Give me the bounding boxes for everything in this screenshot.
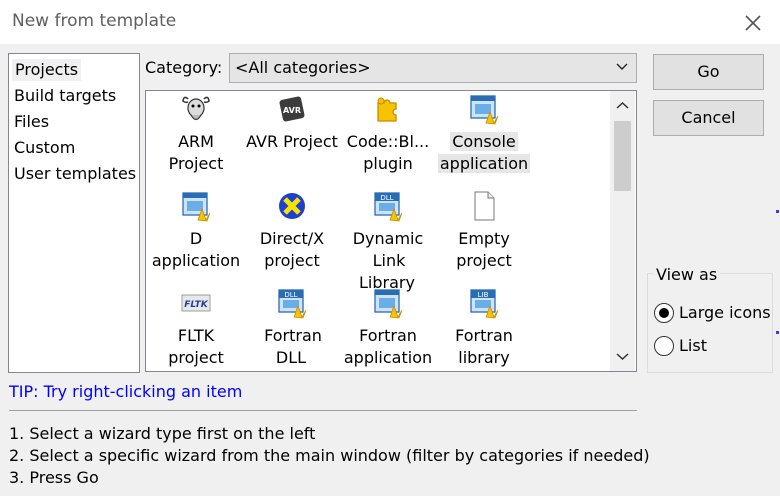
type-item-files[interactable]: Files: [14, 111, 49, 133]
fltk-icon-text: FLTK: [184, 300, 209, 310]
chevron-down-icon: [616, 63, 628, 70]
category-dropdown-value: <All categories>: [235, 58, 371, 77]
template-codeblocks-plugin[interactable]: Code::Bl... plugin: [340, 93, 436, 183]
list-radio[interactable]: [654, 336, 674, 356]
vertical-scrollbar[interactable]: [610, 91, 635, 371]
scrollbar-thumb[interactable]: [614, 121, 631, 191]
tip-text: TIP: Try right-clicking an item: [9, 382, 243, 401]
radio-selected-dot: [659, 308, 669, 318]
template-label-line2: library: [458, 348, 510, 367]
template-label-line1: Code::Bl...: [346, 132, 430, 151]
divider: [9, 410, 637, 411]
template-label-line2: Project: [168, 154, 224, 173]
template-label-line2: application: [343, 348, 433, 367]
type-item-build-targets[interactable]: Build targets: [14, 85, 116, 107]
template-fltk-project[interactable]: FLTK FLTK project: [148, 287, 244, 371]
dll-icon: DLL: [278, 289, 307, 319]
template-label-line1: Direct/X: [259, 229, 325, 248]
app-window-icon: [182, 192, 211, 222]
template-label-line2: Link Library: [359, 251, 415, 292]
scroll-up-icon[interactable]: [616, 101, 629, 110]
list-label[interactable]: List: [679, 336, 707, 355]
dialog-body: Projects Build targets Files Custom User…: [0, 44, 780, 496]
dll-icon-text: DLL: [284, 291, 297, 299]
avr-icon-text: AVR: [283, 106, 301, 115]
blank-file-icon: [474, 191, 495, 221]
instruction-line: 2. Select a specific wizard from the mai…: [9, 446, 650, 465]
type-item-projects[interactable]: Projects: [12, 59, 82, 81]
view-as-group: View as Large icons List: [647, 265, 773, 373]
template-arm-project[interactable]: ARM Project: [148, 93, 244, 183]
template-d-application[interactable]: D application: [148, 190, 244, 280]
instruction-line: 3. Press Go: [9, 468, 99, 487]
template-label-line1: Empty: [458, 229, 510, 248]
type-item-custom[interactable]: Custom: [14, 137, 75, 159]
template-label-line1: Dynamic: [352, 229, 424, 248]
category-label: Category:: [145, 58, 223, 77]
type-item-user-templates[interactable]: User templates: [14, 163, 136, 185]
lib-icon-text: LIB: [478, 291, 489, 299]
template-label-line2: plugin: [363, 154, 413, 173]
template-directx-project[interactable]: Direct/X project: [244, 190, 340, 280]
template-fortran-dll[interactable]: DLL Fortran DLL: [244, 287, 340, 371]
template-dynamic-link-library[interactable]: DLL Dynamic Link Library: [340, 190, 436, 292]
template-label-line1: Console: [450, 132, 518, 151]
template-label-line1: AVR Project: [246, 132, 338, 151]
puzzle-icon: [377, 97, 397, 122]
app-window-icon: [470, 95, 499, 125]
title-bar: New from template: [0, 0, 780, 44]
template-fortran-library[interactable]: LIB Fortran library: [436, 287, 532, 371]
template-label-line2: application: [151, 251, 241, 270]
window-title: New from template: [12, 11, 177, 31]
background-window-edge: [776, 331, 779, 334]
template-console-application[interactable]: Console application: [436, 93, 532, 183]
view-as-legend: View as: [653, 265, 721, 284]
template-label-line2: project: [456, 251, 512, 270]
template-empty-project[interactable]: Empty project: [436, 190, 532, 280]
template-label-line1: FLTK: [177, 326, 215, 345]
template-label-line2: application: [437, 154, 531, 173]
template-label-line1: ARM: [178, 132, 214, 151]
app-window-icon: [374, 289, 403, 319]
large-icons-radio[interactable]: [654, 303, 674, 323]
template-grid: ARM Project AVR AVR Project Code::Bl... …: [145, 90, 637, 372]
template-label-line1: Fortran: [455, 326, 513, 345]
template-avr-project[interactable]: AVR AVR Project: [244, 93, 340, 183]
template-label-line1: Fortran DLL: [264, 326, 322, 367]
template-type-list[interactable]: Projects Build targets Files Custom User…: [8, 53, 140, 373]
lib-icon: LIB: [470, 289, 499, 319]
template-label-line1: Fortran: [359, 326, 417, 345]
go-button[interactable]: Go: [653, 54, 764, 90]
fltk-icon: FLTK: [181, 294, 211, 312]
directx-icon: [279, 193, 305, 219]
background-window-edge: [776, 210, 779, 213]
template-label-line2: project: [264, 251, 320, 270]
dll-icon-text: DLL: [380, 194, 393, 202]
template-fortran-application[interactable]: Fortran application: [340, 287, 436, 371]
category-dropdown[interactable]: <All categories>: [229, 53, 637, 83]
avr-chip-icon: AVR: [279, 96, 305, 122]
dll-icon: DLL: [374, 192, 403, 222]
instruction-line: 1. Select a wizard type first on the lef…: [9, 424, 316, 443]
template-label-line1: D: [189, 229, 203, 248]
template-label-line2: project: [168, 348, 224, 367]
close-icon[interactable]: [742, 12, 764, 34]
large-icons-label[interactable]: Large icons: [679, 303, 771, 322]
gnu-icon: [182, 96, 210, 121]
scroll-down-icon[interactable]: [616, 352, 629, 361]
cancel-button[interactable]: Cancel: [653, 100, 764, 136]
